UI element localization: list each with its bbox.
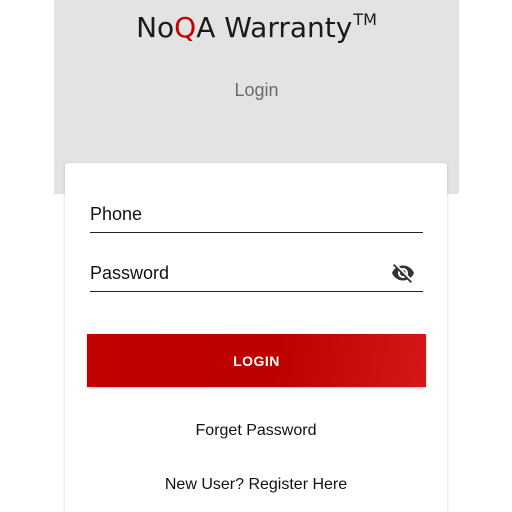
page-subtitle: Login [234,80,279,100]
trademark-mark: TM [353,10,377,29]
brand-suffix: A Warranty [196,11,353,44]
brand-accent-letter: Q [174,11,197,44]
login-button[interactable]: LOGIN [87,334,426,387]
app-title: NoQA WarrantyTM [54,10,459,44]
phone-field[interactable] [90,196,423,233]
phone-input[interactable] [90,196,380,232]
login-card: LOGIN Forget Password New User? Register… [65,163,447,512]
login-screen: NoQA WarrantyTM Login LOGIN Forget Passw… [54,0,459,512]
register-link[interactable]: New User? Register Here [65,476,447,494]
brand-prefix: No [136,11,175,44]
password-input[interactable] [90,255,380,291]
password-field[interactable] [90,255,423,292]
eye-off-icon[interactable] [391,261,415,285]
forget-password-link[interactable]: Forget Password [65,422,447,440]
